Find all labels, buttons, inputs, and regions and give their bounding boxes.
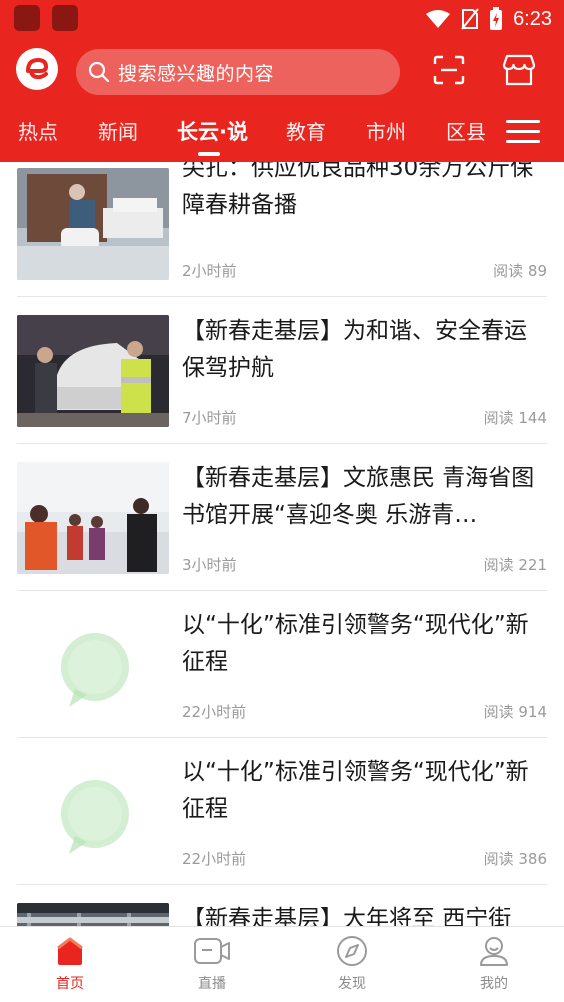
news-read-count: 阅读 89 [493,262,547,280]
wifi-icon [426,10,451,28]
news-item[interactable]: 【新春走基层】文旅惠民 青海省图书馆开展“喜迎冬奥 乐游青… 3小时前 阅读 2… [17,444,547,591]
active-tab-indicator [198,152,220,156]
search-input[interactable]: 搜索感兴趣的内容 [76,49,400,95]
news-thumbnail [17,609,169,721]
battery-charging-icon [490,7,503,30]
tab-cities[interactable]: 市州 [366,116,406,145]
channel-menu-button[interactable] [506,120,540,146]
logo-icon [26,57,49,80]
news-thumbnail [17,756,169,868]
nav-profile[interactable]: 我的 [444,935,544,1001]
app-logo[interactable] [16,48,58,90]
news-title: 尖扎：供应优良品种30余万公斤保障春耕备播 [182,162,534,218]
no-sim-icon [461,8,479,30]
scan-button[interactable] [432,53,466,87]
compass-icon [337,936,367,966]
news-thumbnail [17,315,169,427]
news-title: 【新春走基层】文旅惠民 青海省图书馆开展“喜迎冬奥 乐游青… [182,465,535,528]
notification-app-icon [52,5,78,31]
notification-app-icon [14,5,40,31]
nav-live[interactable]: 直播 [162,935,262,1001]
news-title: 【新春走基层】大年将至 西宁街 [182,906,512,926]
tab-changyun-shuo[interactable]: 长云·说 [177,116,248,146]
news-read-count: 阅读 386 [483,850,547,868]
channel-tabs: 热点 新闻 长云·说 教育 市州 区县 [0,104,564,162]
scan-icon [433,55,465,85]
bottom-navigation: 首页 直播 发现 我的 [0,926,564,1002]
nav-label: 发现 [338,976,366,992]
nav-discover[interactable]: 发现 [302,935,402,1001]
news-item[interactable]: 【新春走基层】为和谐、安全春运保驾护航 7小时前 阅读 144 [17,297,547,444]
search-icon [88,61,110,83]
news-title: 以“十化”标准引领警务“现代化”新征程 [182,759,529,822]
store-icon [502,54,536,86]
nav-label: 首页 [56,976,84,992]
search-placeholder: 搜索感兴趣的内容 [118,62,275,85]
news-time: 2小时前 [182,262,237,280]
news-thumbnail [17,168,169,280]
profile-icon [480,937,508,966]
live-video-icon [194,938,230,964]
news-read-count: 阅读 914 [483,703,547,721]
news-time: 7小时前 [182,409,237,427]
news-feed[interactable]: 尖扎：供应优良品种30余万公斤保障春耕备播 2小时前 阅读 89 【新春走基层】… [0,162,564,926]
news-time: 3小时前 [182,556,237,574]
news-item[interactable]: 【新春走基层】大年将至 西宁街 [17,885,547,926]
clock: 6:23 [513,7,552,30]
news-time: 22小时前 [182,850,247,868]
status-bar: 6:23 [0,0,564,38]
tab-education[interactable]: 教育 [286,116,326,145]
store-button[interactable] [502,53,536,87]
home-icon [57,937,83,965]
news-read-count: 阅读 221 [483,556,547,574]
news-thumbnail [17,462,169,574]
tab-counties[interactable]: 区县 [446,116,486,145]
news-item[interactable]: 以“十化”标准引领警务“现代化”新征程 22小时前 阅读 386 [17,738,547,885]
nav-label: 我的 [480,976,508,992]
news-thumbnail [17,903,169,926]
tab-news[interactable]: 新闻 [98,116,138,145]
nav-home[interactable]: 首页 [20,935,120,1001]
app-header: 6:23 搜索感兴趣的内容 热点 新闻 长云·说 教育 市州 区县 [0,0,564,162]
tab-hot[interactable]: 热点 [18,116,58,145]
news-title: 【新春走基层】为和谐、安全春运保驾护航 [182,318,527,381]
news-item[interactable]: 以“十化”标准引领警务“现代化”新征程 22小时前 阅读 914 [17,591,547,738]
nav-label: 直播 [198,976,226,992]
news-item[interactable]: 尖扎：供应优良品种30余万公斤保障春耕备播 2小时前 阅读 89 [17,162,547,297]
news-time: 22小时前 [182,703,247,721]
news-read-count: 阅读 144 [483,409,547,427]
news-title: 以“十化”标准引领警务“现代化”新征程 [182,612,529,675]
